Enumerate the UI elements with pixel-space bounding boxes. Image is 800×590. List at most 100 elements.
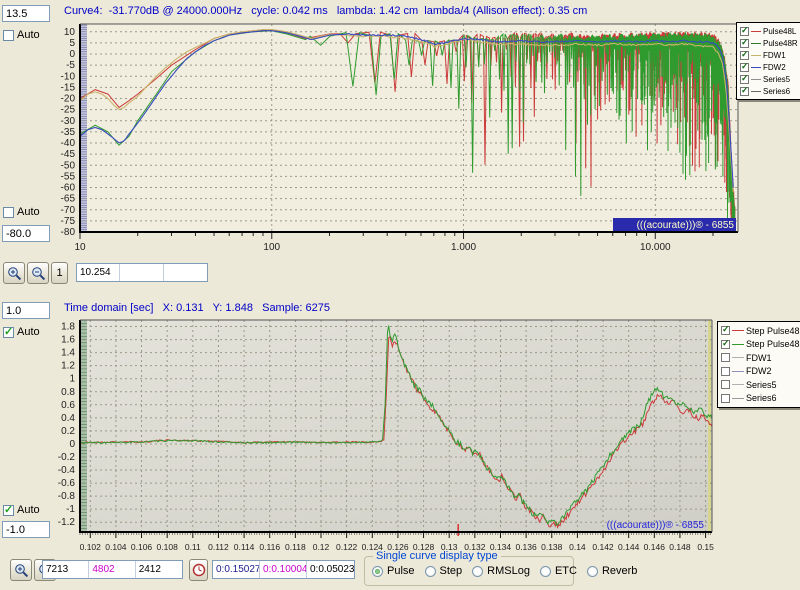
- time-field[interactable]: 0:0.15027: [213, 561, 260, 578]
- svg-text:0.148: 0.148: [669, 542, 691, 552]
- radio-etc[interactable]: ETC: [539, 565, 577, 577]
- value-field[interactable]: [120, 264, 164, 281]
- time-fields[interactable]: 0:0.15027 0:0.10004 0:0.05023: [212, 560, 355, 579]
- legend-label: Series5: [746, 379, 777, 390]
- svg-text:1.8: 1.8: [61, 322, 75, 333]
- svg-text:10: 10: [64, 27, 76, 38]
- svg-text:-45: -45: [61, 149, 76, 160]
- legend-checkbox[interactable]: [721, 366, 730, 376]
- radio-icon[interactable]: [424, 565, 436, 577]
- legend-item: Series6: [740, 85, 800, 97]
- radio-icon[interactable]: [539, 565, 551, 577]
- svg-text:0.114: 0.114: [234, 542, 255, 552]
- time-domain-chart[interactable]: 1.8 1.6 1.4 1.2 1 0.8 0.6 0.4 0.2 0 -0.2 -0.4 -0.6 -0…: [0, 312, 742, 558]
- svg-text:0.104: 0.104: [105, 542, 127, 552]
- sample-fields[interactable]: 7213 4802 2412: [42, 560, 183, 579]
- svg-text:1: 1: [69, 374, 75, 385]
- legend-line-icon: [732, 357, 744, 359]
- svg-text:5: 5: [69, 38, 75, 49]
- svg-text:-1: -1: [66, 504, 75, 515]
- legend-item: Step Pulse48L: [721, 324, 800, 338]
- svg-text:1.000: 1.000: [451, 242, 476, 253]
- mid-value-fields[interactable]: 10.254: [76, 263, 208, 282]
- zoom-in-button[interactable]: [3, 262, 25, 284]
- legend-item: FDW2: [721, 365, 800, 379]
- radio-label: ETC: [554, 565, 577, 577]
- svg-text:1.2: 1.2: [61, 361, 75, 372]
- radio-step[interactable]: Step: [424, 565, 462, 577]
- svg-text:-65: -65: [61, 194, 76, 205]
- radio-reverb[interactable]: Reverb: [586, 565, 637, 577]
- bottom-chart-legend: Step Pulse48L Step Pulse48R FDW1 FDW2 Series…: [717, 321, 800, 408]
- radio-icon[interactable]: [586, 565, 598, 577]
- zoom-out-button[interactable]: [27, 262, 49, 284]
- radio-icon[interactable]: [472, 565, 484, 577]
- svg-text:0.138: 0.138: [541, 542, 563, 552]
- timer-button[interactable]: [189, 559, 208, 581]
- legend-label: FDW1: [746, 352, 772, 363]
- legend-checkbox[interactable]: [721, 393, 730, 403]
- svg-text:0.12: 0.12: [313, 542, 330, 552]
- svg-text:0.2: 0.2: [61, 426, 75, 437]
- svg-text:0.122: 0.122: [336, 542, 358, 552]
- legend-item: Series5: [740, 73, 800, 85]
- legend-checkbox[interactable]: [721, 324, 730, 336]
- frequency-response-chart[interactable]: 1050-5-10-15-20-25-30-35-40-45-50-55-60-…: [0, 16, 742, 266]
- svg-text:-5: -5: [66, 60, 75, 71]
- svg-text:-30: -30: [61, 116, 76, 127]
- radio-icon[interactable]: [372, 565, 383, 577]
- legend-checkbox[interactable]: [740, 85, 749, 96]
- legend-checkbox[interactable]: [740, 61, 749, 72]
- svg-text:0.11: 0.11: [185, 542, 201, 552]
- sample-field[interactable]: 7213: [43, 561, 90, 578]
- sample-field[interactable]: 4802: [89, 561, 136, 578]
- radio-pulse[interactable]: Pulse: [372, 565, 415, 577]
- zoom-reset-button[interactable]: 1: [51, 262, 68, 284]
- group-caption: Single curve display type: [373, 550, 501, 562]
- radio-rmslog[interactable]: RMSLog: [472, 565, 530, 577]
- legend-checkbox[interactable]: [721, 353, 730, 363]
- time-field[interactable]: 0:0.05023: [307, 561, 354, 578]
- svg-text:0: 0: [69, 49, 75, 60]
- zoom-in-icon: [14, 563, 28, 577]
- legend-line-icon: [751, 54, 761, 56]
- sample-field[interactable]: 2412: [136, 561, 182, 578]
- legend-checkbox[interactable]: [740, 25, 749, 36]
- legend-checkbox[interactable]: [721, 380, 730, 390]
- svg-text:-55: -55: [61, 171, 76, 182]
- legend-checkbox[interactable]: [721, 338, 730, 349]
- svg-text:(((acourate)))® - 6855: (((acourate)))® - 6855: [637, 220, 735, 231]
- svg-text:0: 0: [69, 439, 75, 450]
- svg-text:-20: -20: [61, 94, 76, 105]
- legend-item: FDW1: [740, 49, 800, 61]
- svg-text:0.8: 0.8: [61, 387, 75, 398]
- svg-text:100: 100: [263, 242, 280, 253]
- svg-text:-1.2: -1.2: [58, 517, 76, 528]
- top-chart-legend: Pulse48L Pulse48R FDW1 FDW2 Series5 Series6: [736, 22, 800, 100]
- svg-text:0.108: 0.108: [157, 542, 179, 552]
- legend-item: Step Pulse48R: [721, 338, 800, 352]
- legend-line-icon: [751, 42, 761, 44]
- legend-label: Pulse48L: [763, 26, 797, 36]
- svg-text:-35: -35: [61, 127, 76, 138]
- zoom-out-icon: [31, 266, 45, 280]
- time-field[interactable]: 0:0.10004: [260, 561, 307, 578]
- value-field[interactable]: [164, 264, 207, 281]
- acourate-window: { "colors":{"header_blue":"#0000c8","mag…: [0, 0, 800, 590]
- zoom-in-button[interactable]: [10, 559, 32, 581]
- svg-text:0.102: 0.102: [80, 542, 102, 552]
- svg-text:0.146: 0.146: [644, 542, 666, 552]
- legend-label: FDW2: [763, 62, 786, 72]
- svg-text:0.116: 0.116: [259, 542, 280, 552]
- svg-text:0.106: 0.106: [131, 542, 153, 552]
- legend-item: FDW1: [721, 351, 800, 365]
- legend-checkbox[interactable]: [740, 49, 749, 60]
- legend-line-icon: [751, 30, 761, 32]
- legend-checkbox[interactable]: [740, 37, 749, 48]
- svg-text:0.4: 0.4: [61, 413, 75, 424]
- svg-text:0.112: 0.112: [208, 542, 229, 552]
- svg-text:-0.4: -0.4: [58, 465, 76, 476]
- svg-text:-0.2: -0.2: [58, 452, 76, 463]
- value-field[interactable]: 10.254: [77, 264, 121, 281]
- legend-checkbox[interactable]: [740, 73, 749, 84]
